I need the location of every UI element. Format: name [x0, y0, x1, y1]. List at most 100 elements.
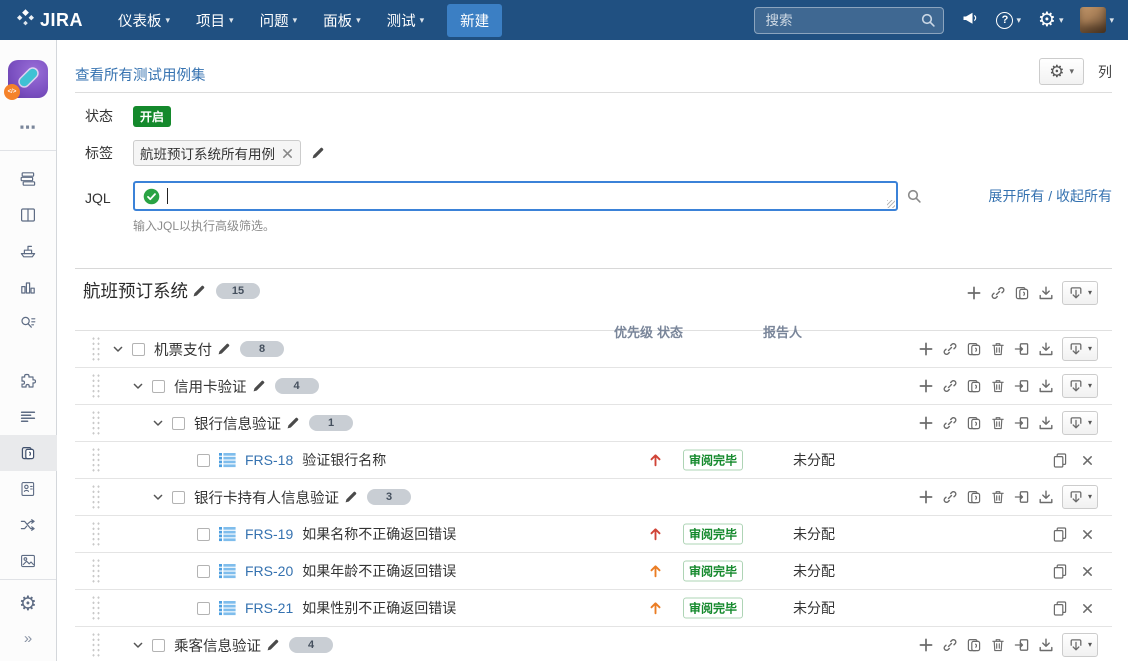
testcase-button[interactable] [966, 341, 982, 357]
nav-dashboards[interactable]: 仪表板▾ [105, 0, 183, 40]
export-dropdown-button[interactable]: ▾ [1062, 411, 1098, 435]
add-button[interactable] [918, 415, 934, 431]
row-checkbox[interactable] [152, 380, 165, 393]
nav-projects[interactable]: 项目▾ [183, 0, 247, 40]
remove-button[interactable] [1081, 528, 1094, 541]
label-tag[interactable]: 航班预订系统所有用例 [133, 140, 301, 166]
sidebar-item-reports[interactable] [0, 269, 57, 305]
chevron-down-icon[interactable] [113, 346, 123, 353]
chevron-down-icon[interactable] [133, 383, 143, 390]
columns-button[interactable]: 列 [1098, 62, 1112, 82]
nav-boards[interactable]: 面板▾ [310, 0, 374, 40]
issue-key-link[interactable]: FRS-18 [245, 452, 293, 468]
expand-all-link[interactable]: 展开所有 [988, 188, 1044, 204]
download-button[interactable] [1038, 637, 1054, 653]
testcase-button[interactable] [966, 489, 982, 505]
create-button[interactable]: 新建 [447, 4, 502, 37]
more-icon[interactable]: ⋯ [19, 112, 37, 150]
jql-search-icon[interactable] [906, 188, 923, 205]
copy-button[interactable] [1052, 563, 1068, 579]
drag-handle-icon[interactable] [91, 484, 101, 510]
copy-button[interactable] [1052, 526, 1068, 542]
download-button[interactable] [1038, 378, 1054, 394]
download-button[interactable] [1038, 341, 1054, 357]
import-button[interactable] [1014, 489, 1030, 505]
edit-group-icon[interactable] [217, 342, 231, 356]
testcase-button[interactable] [1014, 285, 1030, 301]
export-dropdown-button[interactable]: ▾ [1062, 633, 1098, 657]
download-button[interactable] [1038, 415, 1054, 431]
edit-group-icon[interactable] [252, 379, 266, 393]
drag-handle-icon[interactable] [91, 521, 101, 547]
view-all-testsets-link[interactable]: 查看所有测试用例集 [75, 64, 206, 85]
sidebar-item-test-plans[interactable] [0, 471, 57, 507]
row-checkbox[interactable] [132, 343, 145, 356]
edit-group-icon[interactable] [344, 490, 358, 504]
delete-button[interactable] [990, 489, 1006, 505]
row-checkbox[interactable] [152, 639, 165, 652]
delete-button[interactable] [990, 341, 1006, 357]
link-button[interactable] [990, 285, 1006, 301]
delete-button[interactable] [990, 415, 1006, 431]
download-button[interactable] [1038, 489, 1054, 505]
jql-input[interactable] [133, 181, 898, 211]
edit-group-icon[interactable] [266, 638, 280, 652]
testcase-button[interactable] [966, 637, 982, 653]
drag-handle-icon[interactable] [91, 373, 101, 399]
search-input[interactable] [754, 7, 944, 34]
row-checkbox[interactable] [172, 491, 185, 504]
user-menu[interactable]: ▾ [1080, 7, 1114, 33]
link-button[interactable] [942, 378, 958, 394]
import-button[interactable] [1014, 415, 1030, 431]
drag-handle-icon[interactable] [91, 558, 101, 584]
copy-button[interactable] [1052, 600, 1068, 616]
project-settings-icon[interactable]: ⚙ [19, 580, 37, 630]
chevron-down-icon[interactable] [153, 420, 163, 427]
delete-button[interactable] [990, 637, 1006, 653]
chevron-down-icon[interactable] [133, 642, 143, 649]
edit-group-icon[interactable] [286, 416, 300, 430]
row-checkbox[interactable] [197, 602, 210, 615]
download-button[interactable] [1038, 285, 1054, 301]
chevron-down-icon[interactable] [153, 494, 163, 501]
issue-key-link[interactable]: FRS-21 [245, 600, 293, 616]
sidebar-item-requirements[interactable] [0, 399, 57, 435]
remove-button[interactable] [1081, 454, 1094, 467]
drag-handle-icon[interactable] [91, 595, 101, 621]
sidebar-item-test-cases[interactable] [0, 435, 57, 471]
row-checkbox[interactable] [197, 528, 210, 541]
row-checkbox[interactable] [197, 454, 210, 467]
sidebar-item-releases[interactable] [0, 233, 57, 269]
edit-root-icon[interactable] [192, 284, 206, 298]
export-dropdown-button[interactable]: ▾ [1062, 337, 1098, 361]
settings-dropdown-button[interactable]: ⚙ ▾ [1039, 58, 1084, 85]
row-checkbox[interactable] [197, 565, 210, 578]
issue-key-link[interactable]: FRS-20 [245, 563, 293, 579]
import-button[interactable] [1014, 341, 1030, 357]
testcase-button[interactable] [966, 378, 982, 394]
sidebar-item-search-issues[interactable] [0, 305, 57, 341]
link-button[interactable] [942, 489, 958, 505]
sidebar-item-addons[interactable] [0, 363, 57, 399]
add-button[interactable] [918, 341, 934, 357]
drag-handle-icon[interactable] [91, 410, 101, 436]
export-dropdown-button[interactable]: ▾ [1062, 374, 1098, 398]
export-dropdown-button[interactable]: ▾ [1062, 485, 1098, 509]
drag-handle-icon[interactable] [91, 336, 101, 362]
edit-labels-icon[interactable] [311, 146, 325, 160]
export-dropdown-button[interactable]: ▾ [1062, 281, 1098, 305]
collapse-all-link[interactable]: 收起所有 [1056, 188, 1112, 204]
remove-button[interactable] [1081, 602, 1094, 615]
remove-button[interactable] [1081, 565, 1094, 578]
jira-logo[interactable]: JIRA [16, 8, 83, 32]
add-button[interactable] [918, 637, 934, 653]
link-button[interactable] [942, 415, 958, 431]
copy-button[interactable] [1052, 452, 1068, 468]
drag-handle-icon[interactable] [91, 447, 101, 473]
megaphone-icon[interactable] [961, 9, 979, 32]
sidebar-item-shuffle[interactable] [0, 507, 57, 543]
remove-tag-icon[interactable] [281, 147, 294, 160]
sidebar-item-backlog[interactable] [0, 161, 57, 197]
sidebar-item-board[interactable] [0, 197, 57, 233]
sidebar-item-media[interactable] [0, 543, 57, 579]
